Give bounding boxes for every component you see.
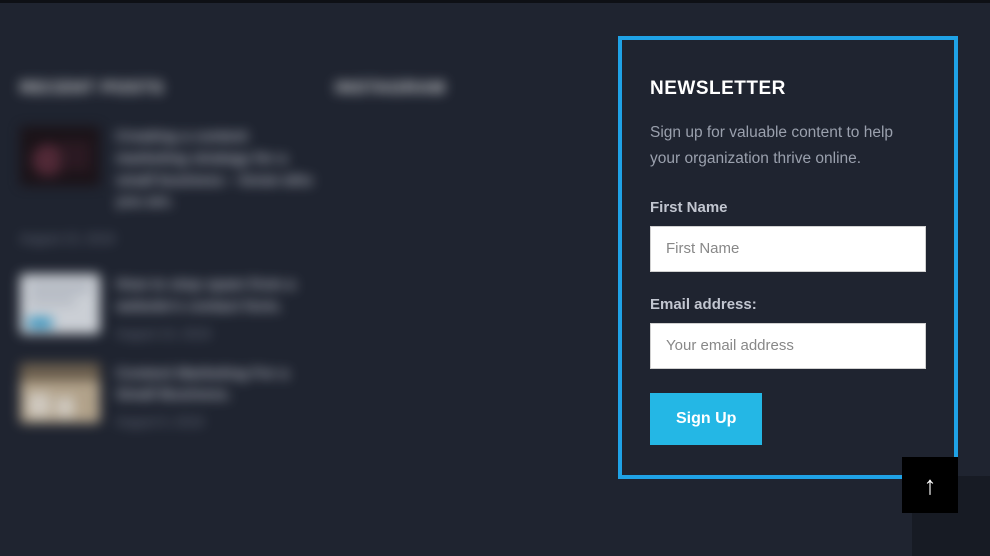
recent-post-item[interactable]: Creating a content marketing strategy fo… (20, 126, 320, 221)
newsletter-heading: NEWSLETTER (650, 78, 926, 100)
post-thumbnail (20, 126, 100, 186)
post-thumbnail (20, 363, 100, 423)
recent-post-item[interactable]: How to stop spam from a website's contac… (20, 274, 320, 341)
instagram-heading: INSTAGRAM (335, 78, 595, 98)
post-title: How to stop spam from a website's contac… (116, 274, 320, 318)
post-title: Content Marketing For a Small Business. (116, 363, 320, 407)
email-label: Email address: (650, 296, 926, 313)
recent-post-item[interactable]: Content Marketing For a Small Business. … (20, 363, 320, 430)
post-date: August 15, 2019 (20, 231, 320, 246)
arrow-up-icon: ↑ (924, 470, 937, 501)
first-name-label: First Name (650, 199, 926, 216)
post-date: August 9, 2019 (116, 414, 320, 429)
newsletter-box: NEWSLETTER Sign up for valuable content … (618, 36, 958, 479)
recent-posts-heading: RECENT POSTS (20, 78, 320, 98)
post-title: Creating a content marketing strategy fo… (116, 126, 320, 213)
email-input[interactable] (650, 323, 926, 369)
sign-up-button[interactable]: Sign Up (650, 393, 762, 445)
first-name-input[interactable] (650, 226, 926, 272)
post-date: August 10, 2019 (116, 326, 320, 341)
scroll-to-top-button[interactable]: ↑ (902, 457, 958, 513)
blurred-background-columns: RECENT POSTS Creating a content marketin… (20, 78, 615, 451)
newsletter-description: Sign up for valuable content to help you… (650, 120, 926, 173)
post-thumbnail (20, 274, 100, 334)
